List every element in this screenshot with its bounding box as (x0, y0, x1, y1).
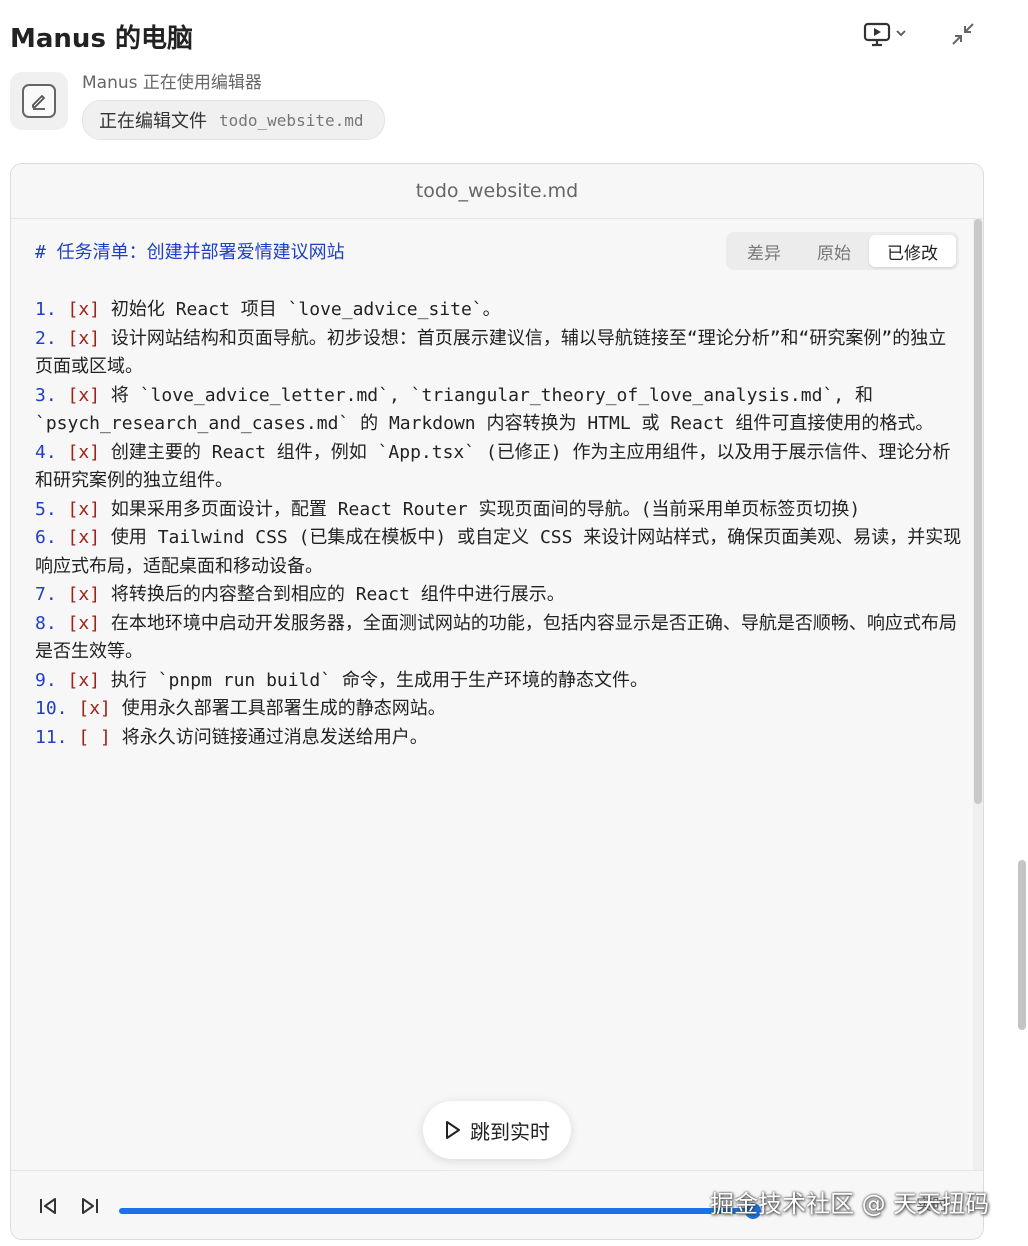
item-checkbox: [ ] (78, 726, 111, 748)
editing-file-pill[interactable]: 正在编辑文件 todo_website.md (82, 100, 385, 140)
item-checkbox: [x] (67, 527, 101, 548)
list-item: 11. [ ] 将永久访问链接通过消息发送给用户。 (35, 724, 963, 753)
item-number: 4. (35, 441, 57, 463)
list-item: 1. [x] 初始化 React 项目 `love_advice_site`。 (35, 296, 963, 325)
item-number: 10. (35, 698, 68, 719)
display-menu-button[interactable] (860, 18, 910, 50)
jump-to-live-button[interactable]: 跳到实时 (423, 1101, 571, 1159)
editor-panel: todo_website.md # 任务清单：创建并部署爱情建议网站 1. [x… (10, 163, 984, 1240)
item-number: 2. (35, 327, 57, 349)
item-checkbox: [x] (67, 327, 101, 349)
list-item: 9. [x] 执行 `pnpm run build` 命令，生成用于生产环境的静… (35, 667, 963, 696)
next-step-button[interactable] (77, 1193, 103, 1219)
edit-icon (22, 84, 56, 118)
progress-fill (119, 1208, 753, 1214)
previous-step-button[interactable] (35, 1193, 61, 1219)
item-number: 7. (35, 584, 57, 605)
item-number: 3. (35, 384, 57, 406)
item-checkbox: [x] (67, 612, 101, 634)
item-text: 使用永久部署工具部署生成的静态网站。 (110, 698, 446, 719)
page-scrollbar[interactable] (1018, 860, 1026, 1030)
item-checkbox: [x] (67, 441, 101, 463)
item-text: 将转换后的内容整合到相应的 React 组件中进行展示。 (100, 584, 565, 605)
item-number: 6. (35, 527, 57, 548)
item-number: 11. (35, 726, 68, 748)
list-item: 3. [x] 将 `love_advice_letter.md`, `trian… (35, 382, 963, 439)
item-text: 创建主要的 React 组件，例如 `App.tsx` (已修正) 作为主应用组… (35, 441, 951, 492)
skip-back-icon (40, 1198, 56, 1214)
jump-to-live-label: 跳到实时 (470, 1119, 550, 1144)
item-text: 设计网站结构和页面导航。初步设想：首页展示建议信，辅以导航链接至“理论分析”和“… (35, 327, 947, 378)
item-checkbox: [x] (67, 584, 101, 605)
item-number: 9. (35, 669, 57, 691)
item-text: 使用 Tailwind CSS (已集成在模板中) 或自定义 CSS 来设计网站… (35, 527, 962, 577)
view-mode-tabs: 差异 原始 已修改 (726, 232, 959, 270)
item-number: 8. (35, 612, 57, 634)
item-checkbox: [x] (67, 498, 101, 520)
item-checkbox: [x] (67, 669, 101, 691)
playback-progress[interactable] (119, 1203, 761, 1219)
list-item: 10. [x] 使用永久部署工具部署生成的静态网站。 (35, 695, 963, 724)
editing-file-name: todo_website.md (219, 110, 364, 130)
panel-title: todo_website.md (11, 164, 983, 219)
item-checkbox: [x] (67, 299, 101, 320)
list-item: 2. [x] 设计网站结构和页面导航。初步设想：首页展示建议信，辅以导航链接至“… (35, 325, 963, 382)
minimize-icon (952, 23, 974, 45)
status-label: Manus 正在使用编辑器 (82, 73, 262, 93)
item-checkbox: [x] (78, 698, 111, 719)
tab-original[interactable]: 原始 (799, 235, 869, 267)
play-icon (446, 1121, 460, 1139)
editing-action-label: 正在编辑文件 (99, 111, 207, 132)
monitor-icon (863, 22, 906, 47)
editor-scrollbar-thumb[interactable] (974, 219, 982, 804)
item-text: 如果采用多页面设计，配置 React Router 实现页面间的导航。(当前采用… (100, 498, 861, 520)
tab-modified[interactable]: 已修改 (869, 235, 956, 267)
item-checkbox: [x] (67, 384, 101, 406)
list-item: 8. [x] 在本地环境中启动开发服务器，全面测试网站的功能，包括内容显示是否正… (35, 610, 963, 667)
item-text: 将永久访问链接通过消息发送给用户。 (110, 726, 428, 748)
item-text: 在本地环境中启动开发服务器，全面测试网站的功能，包括内容显示是否正确、导航是否顺… (35, 612, 957, 663)
list-item: 4. [x] 创建主要的 React 组件，例如 `App.tsx` (已修正)… (35, 439, 963, 496)
skip-forward-icon (82, 1198, 98, 1214)
tab-diff[interactable]: 差异 (729, 235, 799, 267)
list-item: 5. [x] 如果采用多页面设计，配置 React Router 实现页面间的导… (35, 496, 963, 525)
window-title: Manus 的电脑 (10, 24, 193, 54)
collapse-button[interactable] (946, 18, 980, 50)
item-number: 1. (35, 299, 57, 320)
editor-status-icon (10, 72, 68, 130)
item-text: 执行 `pnpm run build` 命令，生成用于生产环境的静态文件。 (100, 669, 648, 691)
editor-scrollbar[interactable] (973, 219, 983, 1171)
item-text: 初始化 React 项目 `love_advice_site`。 (100, 299, 501, 320)
item-text: 将 `love_advice_letter.md`, `triangular_t… (35, 384, 934, 435)
list-item: 6. [x] 使用 Tailwind CSS (已集成在模板中) 或自定义 CS… (35, 524, 963, 581)
document-content: # 任务清单：创建并部署爱情建议网站 1. [x] 初始化 React 项目 `… (11, 219, 973, 1171)
list-item: 7. [x] 将转换后的内容整合到相应的 React 组件中进行展示。 (35, 581, 963, 610)
watermark: 掘金技术社区 @ 天天扭码 (710, 1190, 990, 1218)
item-number: 5. (35, 498, 57, 520)
